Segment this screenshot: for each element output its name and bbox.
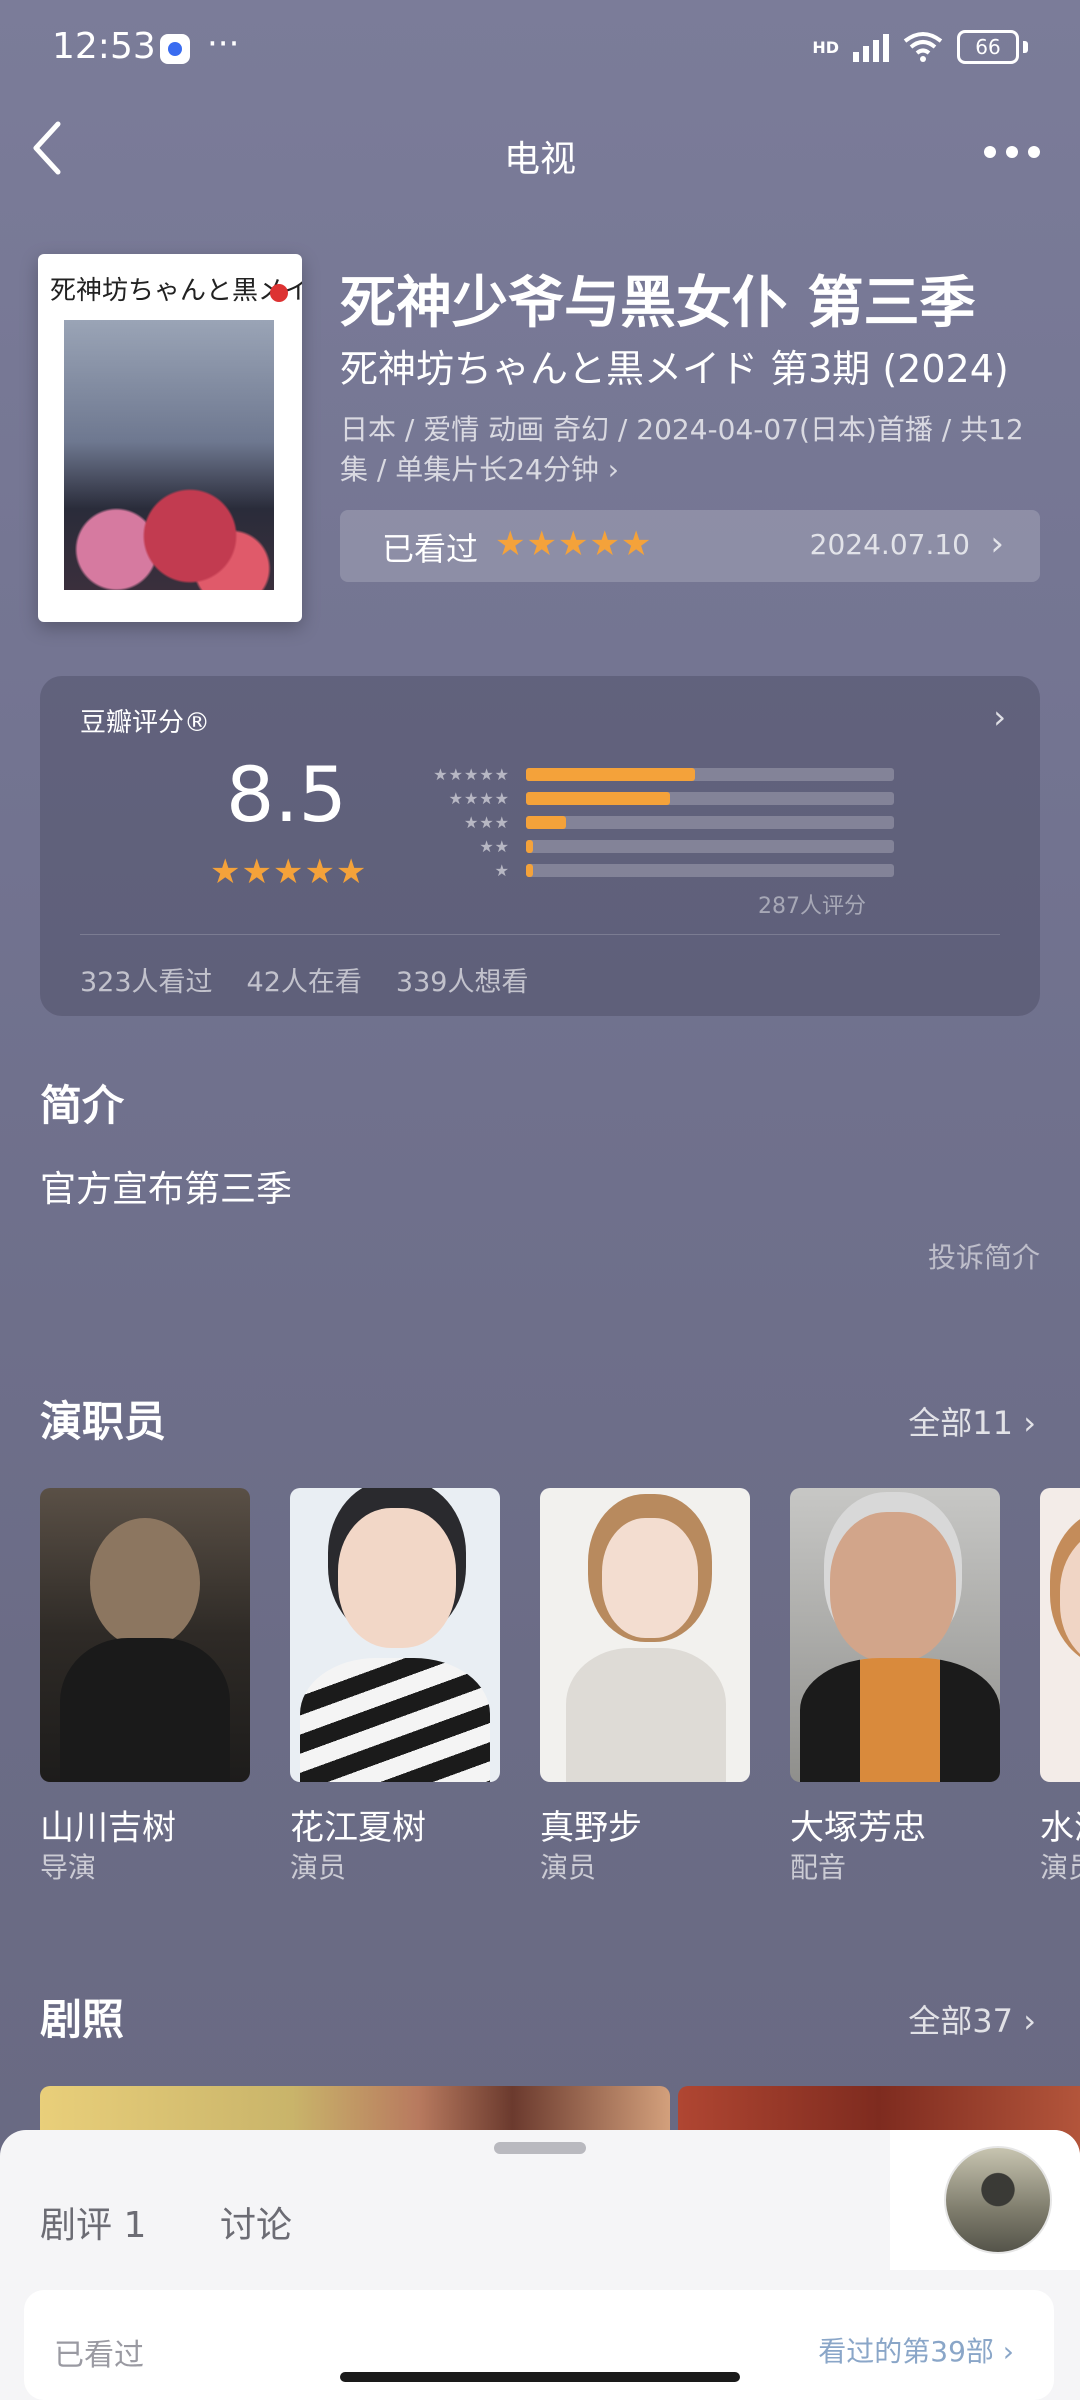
show-meta-info[interactable]: 日本 / 爱情 动画 奇幻 / 2024-04-07(日本)首播 / 共12集 … <box>340 410 1040 490</box>
battery-tip <box>1023 41 1028 53</box>
status-time: 12:53 <box>52 26 156 67</box>
signal-icon <box>853 32 889 62</box>
rating-bar-stars: ★★★★ <box>448 788 510 808</box>
cast-name: 山川吉树 <box>40 1808 176 1848</box>
rating-bar-track <box>526 863 894 877</box>
more-dot-icon <box>984 146 996 158</box>
cast-card[interactable]: 大塚芳忠 配音 <box>790 1488 1000 1884</box>
more-dot-icon <box>1028 146 1040 158</box>
rating-bar-track <box>526 767 894 781</box>
complain-intro-link[interactable]: 投诉简介 <box>928 1236 1040 1276</box>
rating-bar-stars: ★★ <box>479 836 510 856</box>
battery-icon: 66 <box>957 30 1019 64</box>
divider <box>80 934 1000 935</box>
cast-photo <box>790 1488 1000 1782</box>
status-indicators: HD 66 <box>812 30 1028 64</box>
rating-bar-stars: ★★★ <box>463 812 510 832</box>
rating-distribution: ★★★★★ ★★★★ ★★★ ★★ ★ <box>398 762 918 882</box>
rating-bar-row: ★★ <box>398 834 918 858</box>
cast-photo <box>290 1488 500 1782</box>
poster-badge <box>270 284 288 302</box>
cast-heading: 演职员 <box>40 1397 167 1446</box>
more-options-button[interactable] <box>972 130 1052 174</box>
rating-bar-fill <box>526 839 534 853</box>
rating-bar-fill <box>526 791 670 805</box>
stat-want[interactable]: 339人想看 <box>396 960 529 999</box>
stat-watching[interactable]: 42人在看 <box>247 960 362 999</box>
cast-name: 花江夏树 <box>290 1808 426 1848</box>
cast-role: 演员 <box>290 1851 347 1884</box>
tab-reviews[interactable]: 剧评 1 <box>40 2196 146 2248</box>
chevron-right-icon: › <box>993 698 1006 736</box>
hd-network-label: HD <box>812 37 839 57</box>
rating-bar-row: ★★★★ <box>398 786 918 810</box>
user-rating-stars: ★★★★★ <box>495 524 653 564</box>
stills-heading: 剧照 <box>40 1995 125 2044</box>
cast-card[interactable]: 花江夏树 演员 <box>290 1488 500 1884</box>
rating-count: 287人评分 <box>758 894 866 919</box>
rating-bar-fill <box>526 815 567 829</box>
cast-view-all-link[interactable]: 全部11 › <box>908 1398 1036 1444</box>
cast-role: 演员 <box>540 1851 597 1884</box>
page-title: 电视 <box>503 139 576 180</box>
show-original-title: 死神坊ちゃんと黒メイド 第3期 (2024) <box>340 347 1009 391</box>
app-notification-icon <box>160 34 190 64</box>
watched-summary-label: 已看过 <box>54 2338 144 2373</box>
battery-level: 66 <box>975 35 1001 59</box>
cast-card[interactable]: 山川吉树 导演 <box>40 1488 250 1884</box>
watched-label: 已看过 <box>382 530 479 568</box>
douban-rating-card[interactable]: 豆瓣评分® › 8.5 ★★★★★ ★★★★★ ★★★★ ★★★ ★★ ★ 287人评分… <box>40 676 1040 1016</box>
status-more-icon: ··· <box>207 24 240 64</box>
cast-role: 配音 <box>790 1851 847 1884</box>
wifi-icon <box>903 32 943 62</box>
show-poster[interactable]: 死神坊ちゃんと黒メイド <box>38 254 302 622</box>
cast-photo <box>40 1488 250 1782</box>
cast-role: 演员 <box>1040 1851 1080 1884</box>
more-dot-icon <box>1006 146 1018 158</box>
rating-score: 8.5 <box>226 750 347 839</box>
show-title: 死神少爷与黑女仆 第三季 <box>340 271 976 336</box>
cast-card[interactable]: 真野步 演员 <box>540 1488 750 1884</box>
rating-bar-stars: ★ <box>494 860 510 880</box>
watched-summary-card[interactable]: 已看过 看过的第39部 › <box>24 2290 1054 2400</box>
stills-view-all-link[interactable]: 全部37 › <box>908 1996 1036 2042</box>
rating-bar-fill <box>526 767 696 781</box>
rating-bar-track <box>526 791 894 805</box>
cast-photo <box>1040 1488 1080 1782</box>
cast-name: 真野步 <box>540 1808 642 1848</box>
rating-bar-fill <box>526 863 534 877</box>
intro-heading: 简介 <box>40 1081 125 1130</box>
cast-name: 大塚芳忠 <box>790 1808 926 1848</box>
watched-status-bar[interactable]: 已看过 ★★★★★ 2024.07.10 › <box>340 510 1040 582</box>
rating-bar-row: ★ <box>398 858 918 882</box>
watched-count-link[interactable]: 看过的第39部 › <box>818 2330 1014 2370</box>
intro-text: 官方宣布第三季 <box>40 1169 293 1210</box>
rating-bar-row: ★★★★★ <box>398 762 918 786</box>
cast-photo <box>540 1488 750 1782</box>
rating-label: 豆瓣评分® <box>80 708 211 738</box>
cast-list: 山川吉树 导演 花江夏树 演员 真野步 演员 大塚芳忠 配音 水濑 演员 <box>40 1488 1080 1908</box>
poster-title: 死神坊ちゃんと黒メイド <box>50 276 302 306</box>
cast-name: 水濑 <box>1040 1808 1080 1848</box>
watched-date: 2024.07.10 <box>809 528 970 561</box>
chevron-right-icon: › <box>990 524 1004 564</box>
rating-bar-row: ★★★ <box>398 810 918 834</box>
rating-bar-stars: ★★★★★ <box>433 764 510 784</box>
home-indicator[interactable] <box>340 2372 740 2382</box>
rating-bar-track <box>526 815 894 829</box>
bottom-sheet: 剧评 1 讨论 已看过 看过的第39部 › <box>0 2130 1080 2400</box>
watch-stats: 323人看过 42人在看 339人想看 <box>80 960 528 999</box>
rating-stars: ★★★★★ <box>210 852 368 892</box>
cast-role: 导演 <box>40 1851 97 1884</box>
poster-artwork <box>64 320 274 590</box>
user-avatar[interactable] <box>944 2146 1052 2254</box>
sheet-drag-handle[interactable] <box>494 2142 586 2154</box>
cast-card[interactable]: 水濑 演员 <box>1040 1488 1080 1884</box>
stat-watched[interactable]: 323人看过 <box>80 960 213 999</box>
tab-discussion[interactable]: 讨论 <box>220 2196 292 2248</box>
rating-bar-track <box>526 839 894 853</box>
